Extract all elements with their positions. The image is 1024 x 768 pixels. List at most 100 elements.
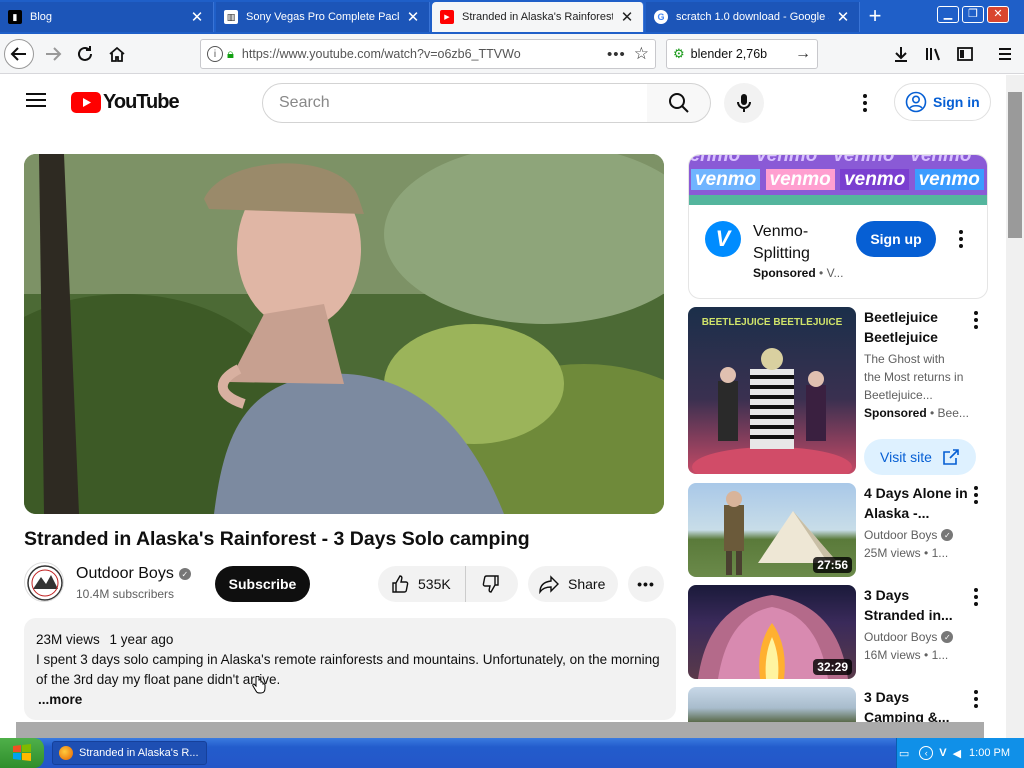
- thumbs-down-icon: [482, 575, 499, 593]
- youtube-search-button[interactable]: [647, 83, 711, 123]
- tab-youtube-active[interactable]: ▶ Stranded in Alaska's Rainforest ✕: [432, 2, 644, 32]
- taskbar-window-button[interactable]: Stranded in Alaska's R...: [52, 741, 207, 765]
- sidebar-item-channel[interactable]: Outdoor Boys ✓: [864, 630, 954, 644]
- channel-name-link[interactable]: Outdoor Boys ✓: [76, 565, 191, 583]
- network-icon[interactable]: ▭: [899, 747, 909, 760]
- downloads-button[interactable]: [886, 39, 916, 69]
- sidebar-item-more-icon[interactable]: [968, 587, 984, 607]
- close-icon[interactable]: ✕: [619, 8, 635, 26]
- sidebar-item-more-icon[interactable]: [968, 310, 984, 330]
- venmo-logo-icon[interactable]: V: [705, 221, 741, 257]
- channel-name[interactable]: Outdoor Boys: [76, 565, 174, 583]
- info-icon[interactable]: i: [207, 46, 223, 62]
- url-text[interactable]: https://www.youtube.com/watch?v=o6zb6_TT…: [242, 47, 599, 61]
- close-icon[interactable]: ✕: [835, 8, 851, 26]
- tab-blog[interactable]: ▮ Blog ✕: [0, 2, 214, 32]
- search-box-value[interactable]: blender 2,76b: [691, 47, 795, 61]
- guide-menu-button[interactable]: [26, 92, 46, 113]
- sidebar-item-title[interactable]: Beetlejuice Beetlejuice: [864, 307, 968, 347]
- sign-in-button[interactable]: Sign in: [894, 83, 991, 121]
- sidebar-thumbnail[interactable]: [688, 687, 856, 722]
- document-favicon-icon: ▥: [224, 10, 238, 24]
- description-text: I spent 3 days solo camping in Alaska's …: [36, 652, 660, 687]
- sponsored-ad-card[interactable]: venmo venmo venmo venmo venmo venmo venm…: [688, 154, 988, 299]
- start-button[interactable]: [0, 738, 44, 768]
- home-icon: [109, 46, 125, 62]
- reload-button[interactable]: [70, 39, 100, 69]
- browser-search-box[interactable]: ⚙ blender 2,76b →: [666, 39, 818, 69]
- library-icon: [926, 48, 940, 61]
- new-tab-button[interactable]: +: [862, 4, 888, 30]
- sidebar-thumbnail[interactable]: BEETLEJUICE BEETLEJUICE: [688, 307, 856, 474]
- star-bookmark-icon[interactable]: ☆: [634, 44, 649, 64]
- share-button[interactable]: Share: [528, 566, 618, 602]
- back-button[interactable]: [4, 39, 34, 69]
- lock-icon[interactable]: 🔒︎: [227, 46, 234, 62]
- maximize-window-button[interactable]: ❐: [962, 6, 984, 23]
- ad-sponsored-line: Sponsored • V...: [753, 266, 844, 280]
- voice-search-button[interactable]: [724, 83, 764, 123]
- sidebar-item-meta: Sponsored • Bee...: [864, 406, 969, 420]
- close-window-button[interactable]: ✕: [987, 6, 1009, 23]
- sidebar-item-more-icon[interactable]: [968, 689, 984, 709]
- sidebar-thumbnail[interactable]: 32:29: [688, 585, 856, 679]
- system-tray: ▭ ‹ V ◀ 1:00 PM: [896, 738, 1024, 768]
- firefox-icon: [59, 746, 73, 760]
- library-button[interactable]: [918, 39, 948, 69]
- like-button[interactable]: 535K: [378, 566, 466, 602]
- menu-button[interactable]: [990, 39, 1020, 69]
- ad-more-icon[interactable]: [953, 229, 969, 249]
- close-icon[interactable]: ✕: [405, 8, 421, 26]
- channel-avatar[interactable]: [24, 562, 64, 602]
- volume-icon[interactable]: V: [939, 747, 946, 759]
- windows-taskbar: Stranded in Alaska's R... ▭ ‹ V ◀ 1:00 P…: [0, 738, 1024, 768]
- like-count: 535K: [418, 576, 451, 592]
- vertical-scrollbar-thumb[interactable]: [1008, 92, 1022, 238]
- sidebar-toggle-button[interactable]: [950, 39, 980, 69]
- tray-chevron-icon[interactable]: ‹: [919, 746, 934, 760]
- hand-cursor-icon: [252, 676, 266, 694]
- sidebar-item-more-icon[interactable]: [968, 485, 984, 505]
- outdoor-boys-logo-icon: [27, 565, 63, 601]
- youtube-logo[interactable]: YouTube: [71, 91, 180, 114]
- sidebar-icon: [957, 47, 973, 61]
- sidebar-item-title[interactable]: 3 Days Camping &...: [864, 687, 968, 722]
- ad-signup-button[interactable]: Sign up: [856, 221, 936, 257]
- sidebar-item-meta: 25M views • 1...: [864, 546, 949, 560]
- speaker-icon[interactable]: ◀: [953, 747, 961, 760]
- forward-button[interactable]: [38, 39, 68, 69]
- share-arrow-icon: [539, 575, 559, 594]
- ad-title[interactable]: Venmo-Splitting: [753, 221, 845, 265]
- search-engine-icon[interactable]: ⚙: [673, 46, 685, 62]
- tab-google[interactable]: G scratch 1.0 download - Google S ✕: [646, 2, 860, 32]
- home-button[interactable]: [102, 39, 132, 69]
- settings-more-button[interactable]: [857, 93, 873, 113]
- video-title: Stranded in Alaska's Rainforest - 3 Days…: [24, 528, 530, 550]
- thumbs-up-icon: [392, 575, 409, 593]
- video-player[interactable]: [24, 154, 664, 514]
- dislike-button[interactable]: [466, 566, 516, 602]
- page-actions-icon[interactable]: •••: [607, 46, 626, 63]
- description-box[interactable]: 23M views 1 year ago I spent 3 days solo…: [24, 618, 676, 720]
- sidebar-item-channel[interactable]: Outdoor Boys ✓: [864, 528, 954, 542]
- minimize-window-button[interactable]: ▁: [937, 6, 959, 23]
- youtube-search-input[interactable]: Search: [262, 83, 648, 123]
- video-duration: 32:29: [813, 659, 852, 675]
- close-icon[interactable]: ✕: [189, 8, 205, 26]
- poster-title-text: BEETLEJUICE BEETLEJUICE: [701, 317, 843, 328]
- youtube-masthead: YouTube Search Sign in: [0, 75, 1006, 131]
- system-clock[interactable]: 1:00 PM: [969, 747, 1010, 759]
- sidebar-item-title[interactable]: 4 Days Alone in Alaska -...: [864, 483, 968, 523]
- sidebar-thumbnail[interactable]: 27:56: [688, 483, 856, 577]
- venmo-banner-image[interactable]: venmo venmo venmo venmo venmo venmo venm…: [689, 155, 987, 205]
- reload-icon: [78, 46, 92, 61]
- subscribe-button[interactable]: Subscribe: [215, 566, 310, 602]
- address-bar[interactable]: i 🔒︎ https://www.youtube.com/watch?v=o6z…: [200, 39, 656, 69]
- arrow-right-icon: [46, 47, 62, 61]
- go-arrow-icon[interactable]: →: [795, 45, 811, 63]
- show-more-button[interactable]: ...more: [38, 690, 664, 710]
- visit-site-button[interactable]: Visit site: [864, 439, 976, 475]
- more-actions-button[interactable]: •••: [628, 566, 664, 602]
- sidebar-item-title[interactable]: 3 Days Stranded in...: [864, 585, 968, 625]
- tab-sony-vegas[interactable]: ▥ Sony Vegas Pro Complete Pack ✕: [216, 2, 430, 32]
